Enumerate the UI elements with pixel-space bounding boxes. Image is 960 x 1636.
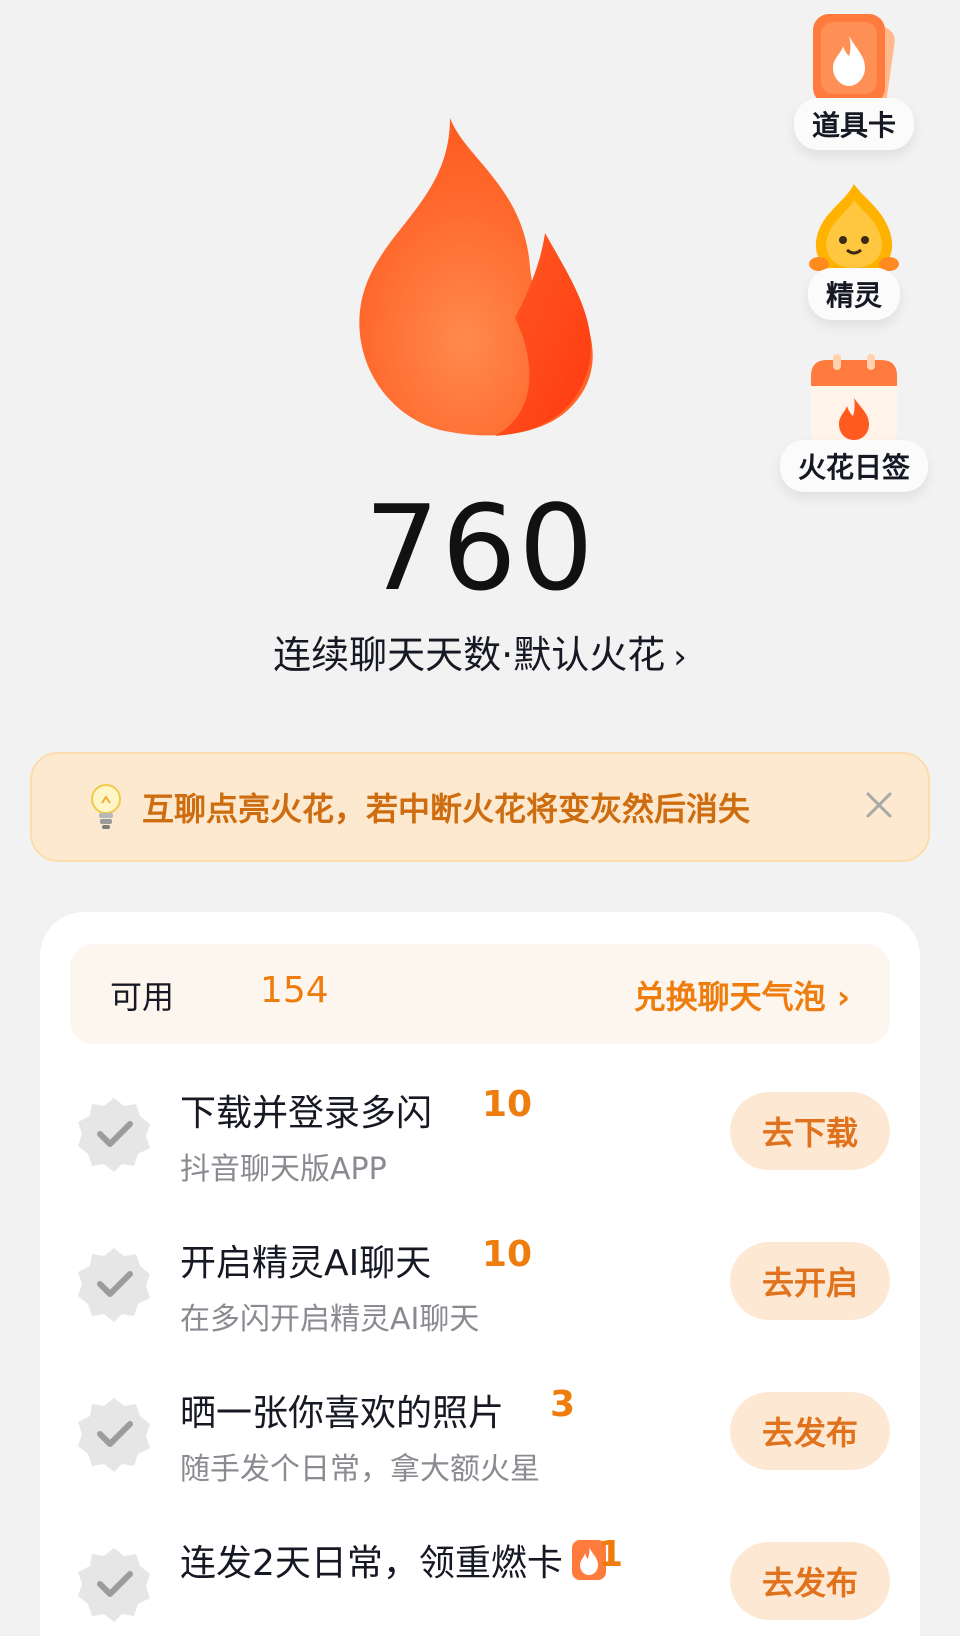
flame-icon [359, 118, 593, 436]
task-row: 晒一张你喜欢的照片 3 随手发个日常，拿大额火星 去发布 [40, 1362, 920, 1492]
tip-text: 互聊点亮火花，若中断火花将变灰然后消失 [142, 790, 751, 828]
check-badge-icon [78, 1548, 150, 1622]
task-reward: 10 [482, 1084, 533, 1125]
available-value: 154 [260, 970, 329, 1011]
prop-card-icon [813, 14, 895, 110]
task-row: 开启精灵AI聊天 10 在多闪开启精灵AI聊天 去开启 [40, 1212, 920, 1342]
check-badge-icon [78, 1248, 150, 1322]
check-badge-icon [78, 1098, 150, 1172]
daily-sign-entry[interactable]: 火花日签 [780, 352, 929, 492]
check-badge-icon [78, 1398, 150, 1472]
close-icon[interactable] [864, 790, 894, 820]
task-row: 下载并登录多闪 10 抖音聊天版APP 去下载 [40, 1062, 920, 1192]
sprite-label: 精灵 [807, 268, 900, 320]
available-bar: 可用 154 兑换聊天气泡 › [70, 944, 890, 1044]
streak-caption-text: 连续聊天天数·默认火花 [273, 633, 666, 677]
calendar-icon [811, 354, 897, 448]
daily-sign-label: 火花日签 [780, 440, 929, 492]
task-card: 可用 154 兑换聊天气泡 › 下载并登录多闪 10 抖音聊天版APP 去下载 … [40, 912, 920, 1636]
task-reward: 10 [482, 1234, 533, 1275]
prop-cards-entry[interactable]: 道具卡 [784, 10, 924, 150]
streak-number: 760 [364, 479, 596, 617]
available-label: 可用 [110, 978, 175, 1016]
task-action-button[interactable]: 去下载 [730, 1092, 890, 1170]
lightbulb-icon [91, 784, 121, 829]
prop-cards-label: 道具卡 [793, 98, 914, 150]
tip-banner: 互聊点亮火花，若中断火花将变灰然后消失 [30, 752, 930, 862]
task-subtitle: 抖音聊天版APP [180, 1152, 387, 1187]
task-title: 开启精灵AI聊天 [180, 1243, 432, 1284]
flame-sprite-icon [809, 184, 899, 276]
sprite-entry[interactable]: 精灵 [784, 180, 924, 320]
task-title: 连发2天日常，领重燃卡 [180, 1534, 607, 1586]
task-title: 晒一张你喜欢的照片 [180, 1393, 505, 1434]
task-reward: 1 [598, 1534, 624, 1575]
task-title-text: 连发2天日常，领重燃卡 [180, 1543, 563, 1584]
task-title: 下载并登录多闪 [180, 1093, 433, 1134]
chevron-right-icon: › [673, 637, 687, 677]
task-action-button[interactable]: 去发布 [730, 1542, 890, 1620]
task-row: 连发2天日常，领重燃卡 1 去发布 [40, 1512, 920, 1636]
task-subtitle: 在多闪开启精灵AI聊天 [180, 1302, 480, 1337]
task-subtitle: 随手发个日常，拿大额火星 [180, 1452, 540, 1487]
exchange-bubble-link[interactable]: 兑换聊天气泡 › [634, 972, 850, 1018]
task-reward: 3 [550, 1384, 576, 1425]
streak-caption[interactable]: 连续聊天天数·默认火花 › [0, 624, 960, 679]
task-action-button[interactable]: 去发布 [730, 1392, 890, 1470]
exchange-bubble-text: 兑换聊天气泡 [633, 978, 826, 1016]
task-action-button[interactable]: 去开启 [730, 1242, 890, 1320]
